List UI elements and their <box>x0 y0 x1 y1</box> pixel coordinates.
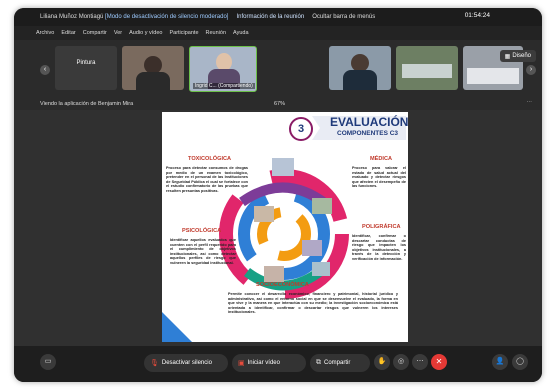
menu-bar: Archivo Editar Compartir Ver Audio y víd… <box>14 26 542 40</box>
menu-participante[interactable]: Participante <box>169 30 198 36</box>
shared-screen-area: 3 EVALUACIÓN COMPONENTES C3 TOXICOLÓGICA… <box>14 110 542 346</box>
presentation-slide: 3 EVALUACIÓN COMPONENTES C3 TOXICOLÓGICA… <box>162 112 408 342</box>
participant-name: Pintura <box>76 60 96 66</box>
section-title-toxicologica: TOXICOLÓGICA <box>188 156 232 162</box>
participant-strip: ‹ Pintura Ingrid C... (Compartiendo) › ▦… <box>14 40 542 98</box>
section-text-socioeconomica: Permite conocer el desarrollo económico,… <box>228 292 398 315</box>
section-text-medica: Proceso para valorar el estado de salud … <box>352 166 406 189</box>
slide-title: EVALUACIÓN <box>330 115 408 129</box>
menu-ayuda[interactable]: Ayuda <box>233 30 249 36</box>
menu-audio-video[interactable]: Audio y vídeo <box>129 30 162 36</box>
classroom-view <box>467 68 519 84</box>
section-title-poligrafica: POLIGRÁFICA <box>362 224 401 230</box>
reactions-icon[interactable]: ✋ <box>374 354 390 370</box>
section-title-socioeconomica: SOCIOECONÓMICA <box>256 282 309 288</box>
menu-reunion[interactable]: Reunión <box>206 30 227 36</box>
photo-2 <box>254 206 274 222</box>
meeting-controls: ▭ 🎙 Desactivar silencio ▣ Iniciar vídeo … <box>14 346 542 382</box>
slide-subtitle: COMPONENTES C3 <box>337 130 399 137</box>
classroom-view <box>402 64 452 78</box>
video-off-icon: ▣ <box>238 360 245 367</box>
menu-archivo[interactable]: Archivo <box>36 30 54 36</box>
chat-bubble-icon[interactable]: ◯ <box>512 354 528 370</box>
hide-menubar-link[interactable]: Ocultar barra de menús <box>312 14 375 20</box>
apps-icon[interactable]: ◎ <box>393 354 409 370</box>
participant-tile[interactable] <box>396 46 458 90</box>
scroll-left-icon[interactable]: ‹ <box>40 65 50 75</box>
menu-compartir[interactable]: Compartir <box>83 30 107 36</box>
photo-4 <box>302 240 322 256</box>
avatar-body <box>343 70 377 90</box>
more-icon[interactable]: ⋯ <box>412 354 428 370</box>
layout-button[interactable]: ▦ Diseño <box>499 50 536 62</box>
meeting-clock: 01:54:24 <box>464 12 490 19</box>
share-icon: ⧉ <box>316 359 321 366</box>
avatar-body <box>136 72 170 90</box>
title-bar: Liliana Muñoz Montiagú [Modo de desactiv… <box>14 8 542 26</box>
section-title-medica: MÉDICA <box>370 156 393 162</box>
participants-icon[interactable]: 👤 <box>492 354 508 370</box>
section-text-toxicologica: Proceso para detectar consumos de drogas… <box>166 166 248 193</box>
participant-name: Ingrid C... (Compartiendo) <box>193 83 255 89</box>
scroll-right-icon[interactable]: › <box>526 65 536 75</box>
section-title-psicologica: PSICOLÓGICA <box>182 228 222 234</box>
section-text-psicologica: Identificar aquellos evaluados que cuent… <box>170 238 236 265</box>
window-title: Liliana Muñoz Montiagú [Modo de desactiv… <box>40 14 229 20</box>
photo-3 <box>312 198 332 214</box>
zoom-window: Liliana Muñoz Montiagú [Modo de desactiv… <box>14 8 542 382</box>
participant-tile-active[interactable]: Ingrid C... (Compartiendo) <box>189 46 257 92</box>
share-screen-button[interactable]: ⧉ Compartir <box>310 354 370 372</box>
end-call-button[interactable]: ✕ <box>431 354 447 370</box>
participant-tile[interactable]: Pintura <box>55 46 117 90</box>
screen-share-bar: Viendo la aplicación de Benjamin Mira 67… <box>14 98 542 110</box>
menu-ver[interactable]: Ver <box>114 30 122 36</box>
unmute-button[interactable]: 🎙 Desactivar silencio <box>144 354 228 372</box>
corner-deco <box>162 312 192 342</box>
participant-tile[interactable] <box>122 46 184 90</box>
photo-1 <box>272 158 294 176</box>
start-video-button[interactable]: ▣ Iniciar vídeo <box>232 354 306 372</box>
zoom-level[interactable]: 67% <box>274 101 285 107</box>
menu-editar[interactable]: Editar <box>61 30 75 36</box>
participant-tile[interactable] <box>329 46 391 90</box>
viewing-label: Viendo la aplicación de Benjamin Mira <box>40 101 134 107</box>
more-options-icon[interactable]: ⋯ <box>527 100 533 106</box>
section-text-poligrafica: Identificar, confirmar o descartar condu… <box>352 234 406 261</box>
grid-icon: ▦ <box>504 53 511 60</box>
chat-icon[interactable]: ▭ <box>40 354 56 370</box>
photo-6 <box>312 262 330 276</box>
slide-number: 3 <box>289 117 313 141</box>
microphone-muted-icon: 🎙 <box>150 360 159 367</box>
meeting-info-link[interactable]: Información de la reunión <box>236 14 304 20</box>
photo-5 <box>264 266 284 282</box>
